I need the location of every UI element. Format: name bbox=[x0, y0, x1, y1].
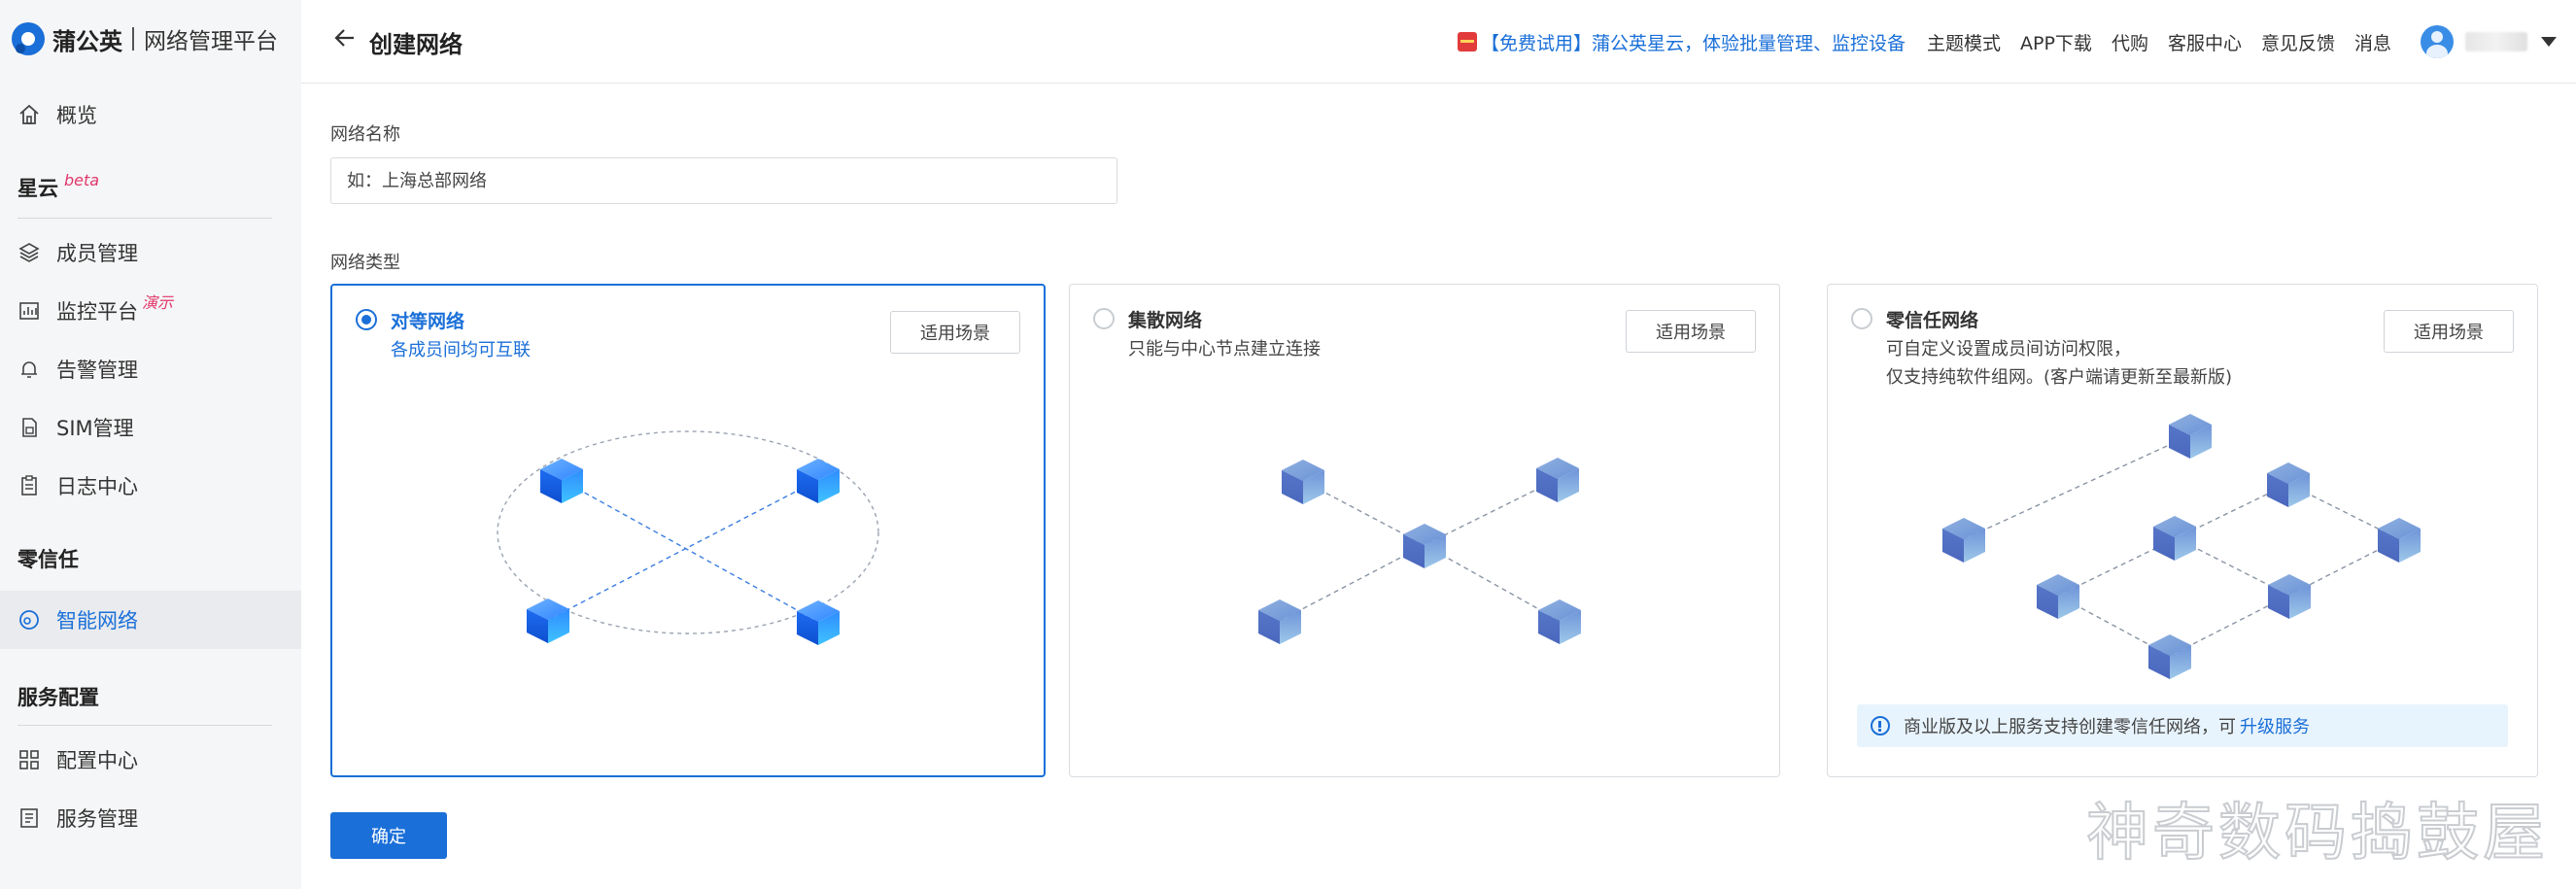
brand-subtitle: 网络管理平台 bbox=[144, 29, 278, 54]
network-type-label: 网络类型 bbox=[330, 253, 400, 273]
network-name-input[interactable] bbox=[330, 157, 1117, 204]
sidebar-item-config-center[interactable]: 配置中心 bbox=[0, 731, 301, 789]
sidebar-item-label: 告警管理 bbox=[56, 359, 138, 382]
sidebar-item-label: 概览 bbox=[56, 104, 97, 127]
layers-icon bbox=[17, 241, 41, 264]
username-blurred[interactable] bbox=[2465, 32, 2527, 51]
grid-icon bbox=[17, 748, 41, 771]
sidebar-item-smart-network[interactable]: 智能网络 bbox=[0, 591, 301, 649]
notice-text: 商业版及以上服务支持创建零信任网络，可 bbox=[1904, 717, 2236, 737]
sidebar-item-overview[interactable]: 概览 bbox=[0, 85, 301, 144]
chart-icon bbox=[17, 299, 41, 323]
avatar[interactable] bbox=[2421, 25, 2454, 58]
page-title: 创建网络 bbox=[369, 31, 463, 58]
back-arrow-icon[interactable] bbox=[332, 25, 358, 51]
feedback-link[interactable]: 意见反馈 bbox=[2261, 29, 2335, 55]
messages-link[interactable]: 消息 bbox=[2354, 29, 2391, 55]
brand[interactable]: 蒲公英 网络管理平台 bbox=[12, 21, 278, 56]
network-type-card-hub[interactable]: 集散网络 只能与中心节点建立连接 适用场景 bbox=[1069, 284, 1780, 777]
purchase-agent-link[interactable]: 代购 bbox=[2112, 29, 2148, 55]
zero-trust-network-diagram bbox=[1942, 414, 2421, 679]
theme-mode-link[interactable]: 主题模式 bbox=[1927, 29, 2001, 55]
watermark: 神奇数码捣鼓屋 bbox=[2085, 797, 2549, 871]
chevron-down-icon[interactable] bbox=[2541, 37, 2557, 47]
gift-icon bbox=[1457, 32, 1477, 51]
group-title-zero-trust: 零信任 bbox=[17, 548, 79, 571]
beta-badge: beta bbox=[64, 171, 100, 189]
brand-name: 蒲公英 bbox=[52, 27, 122, 55]
upgrade-service-link[interactable]: 升级服务 bbox=[2240, 713, 2310, 738]
sidebar-item-label: 配置中心 bbox=[56, 749, 138, 772]
sidebar-item-service-mgmt[interactable]: 服务管理 bbox=[0, 789, 301, 847]
divider bbox=[17, 218, 272, 219]
document-list-icon bbox=[17, 806, 41, 830]
customer-service-link[interactable]: 客服中心 bbox=[2168, 29, 2242, 55]
sidebar-item-label: 日志中心 bbox=[56, 475, 138, 498]
header-actions: 【免费试用】蒲公英星云，体验批量管理、监控设备 主题模式 APP下载 代购 客服… bbox=[1457, 25, 2557, 58]
sidebar-item-label: 监控平台 bbox=[56, 300, 138, 324]
sim-card-icon bbox=[17, 416, 41, 439]
clipboard-icon bbox=[17, 474, 41, 497]
home-icon bbox=[17, 103, 41, 126]
group-title-text: 星云 bbox=[17, 177, 58, 200]
top-header: 创建网络 【免费试用】蒲公英星云，体验批量管理、监控设备 主题模式 APP下载 … bbox=[301, 0, 2576, 84]
sidebar-item-label: SIM管理 bbox=[56, 417, 134, 440]
upgrade-notice: 商业版及以上服务支持创建零信任网络，可 升级服务 bbox=[1857, 704, 2508, 747]
demo-badge: 演示 bbox=[142, 293, 174, 312]
confirm-button[interactable]: 确定 bbox=[330, 812, 447, 859]
brand-logo-icon bbox=[12, 22, 45, 55]
sidebar: 蒲公英 网络管理平台 概览 星云 beta 成员管理 监控平台 演示 告警管理 bbox=[0, 0, 301, 889]
sidebar-item-alerts[interactable]: 告警管理 bbox=[0, 340, 301, 398]
info-icon bbox=[1871, 716, 1890, 735]
sidebar-item-monitor[interactable]: 监控平台 演示 bbox=[0, 282, 301, 340]
divider bbox=[17, 725, 272, 726]
group-title-nebula: 星云 beta bbox=[17, 171, 100, 202]
bell-icon bbox=[17, 358, 41, 381]
hub-network-diagram bbox=[1258, 458, 1581, 644]
sidebar-item-sim[interactable]: SIM管理 bbox=[0, 398, 301, 457]
brand-divider bbox=[132, 27, 134, 51]
sidebar-item-label: 成员管理 bbox=[56, 242, 138, 265]
app-download-link[interactable]: APP下载 bbox=[2020, 29, 2092, 55]
sidebar-item-label: 智能网络 bbox=[56, 609, 138, 633]
group-title-service-config: 服务配置 bbox=[17, 686, 99, 709]
network-type-card-zero-trust[interactable]: 零信任网络 可自定义设置成员间访问权限， 仅支持纯软件组网。(客户端请更新至最新… bbox=[1827, 284, 2538, 777]
sidebar-item-label: 服务管理 bbox=[56, 807, 138, 831]
sidebar-item-logs[interactable]: 日志中心 bbox=[0, 457, 301, 515]
network-name-label: 网络名称 bbox=[330, 124, 400, 145]
network-type-card-peer[interactable]: 对等网络 各成员间均可互联 适用场景 bbox=[330, 284, 1046, 777]
sidebar-item-members[interactable]: 成员管理 bbox=[0, 223, 301, 282]
promo-link[interactable]: 【免费试用】蒲公英星云，体验批量管理、监控设备 bbox=[1481, 29, 1906, 55]
network-icon bbox=[17, 608, 41, 632]
peer-network-diagram bbox=[497, 430, 879, 645]
